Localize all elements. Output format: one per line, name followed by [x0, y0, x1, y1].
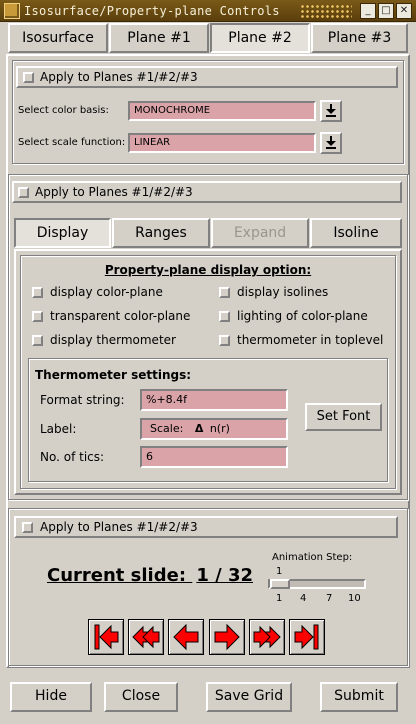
rewind-button[interactable]	[128, 619, 164, 655]
step-tick-10: 10	[348, 593, 361, 604]
fast-forward-icon	[253, 625, 281, 649]
current-slide-readout: Current slide: 1 / 32	[47, 565, 253, 586]
animation-step-label: Animation Step:	[272, 552, 353, 563]
format-string-field[interactable]: %+8.4f	[140, 389, 288, 411]
app-icon	[4, 3, 20, 19]
first-slide-icon	[94, 624, 119, 650]
close-button[interactable]: Close	[104, 682, 178, 712]
window-title: Isosurface/Property-plane Controls	[24, 4, 280, 18]
animation-step-value: 1	[276, 566, 283, 577]
thermo-label-field[interactable]: Scale: Δ n(r)	[140, 418, 288, 440]
display-color-plane-label: display color-plane	[50, 285, 163, 299]
lighting-color-plane-checkbox[interactable]	[219, 311, 230, 322]
current-slide-value: 1 / 32	[196, 565, 253, 586]
transparent-color-plane-label: transparent color-plane	[50, 309, 191, 323]
submit-button[interactable]: Submit	[320, 682, 398, 712]
tab-plane-3[interactable]: Plane #3	[311, 23, 408, 53]
apply-display-checkbox[interactable]	[18, 187, 29, 198]
animation-step-slider-handle[interactable]	[270, 579, 290, 589]
arrow-down-to-bar-icon	[326, 136, 336, 149]
thermometer-toplevel-label: thermometer in toplevel	[237, 333, 384, 347]
arrow-down-to-bar-icon	[326, 104, 336, 117]
minimize-button[interactable]: _	[360, 3, 376, 19]
thermo-label-prefix: Scale:	[150, 422, 184, 435]
tab-expand[interactable]: Expand	[211, 218, 309, 248]
first-slide-button[interactable]	[88, 619, 124, 655]
tab-isoline[interactable]: Isoline	[310, 218, 402, 248]
tab-ranges[interactable]: Ranges	[112, 218, 210, 248]
apply-display-label: Apply to Planes #1/#2/#3	[35, 185, 193, 199]
color-basis-field[interactable]: MONOCHROME	[128, 101, 316, 121]
current-slide-label: Current slide:	[47, 565, 187, 586]
transparent-color-plane-checkbox[interactable]	[32, 311, 43, 322]
previous-slide-icon	[173, 623, 199, 651]
display-thermometer-label: display thermometer	[50, 333, 176, 347]
next-slide-button[interactable]	[209, 619, 245, 655]
top-tab-bar: Isosurface Plane #1 Plane #2 Plane #3	[8, 23, 408, 53]
apply-animation-checkbox[interactable]	[22, 522, 33, 533]
display-thermometer-checkbox[interactable]	[32, 335, 43, 346]
display-isolines-checkbox[interactable]	[219, 287, 230, 298]
color-basis-label: Select color basis:	[18, 105, 109, 116]
apply-animation-label: Apply to Planes #1/#2/#3	[40, 520, 198, 534]
maximize-button[interactable]: □	[378, 3, 394, 19]
display-isolines-label: display isolines	[237, 285, 329, 299]
step-tick-4: 4	[300, 593, 307, 604]
last-slide-icon	[294, 624, 319, 650]
thermo-label-suffix: n(r)	[209, 422, 230, 435]
fast-forward-button[interactable]	[249, 619, 285, 655]
tab-isosurface[interactable]: Isosurface	[8, 23, 108, 53]
tics-field[interactable]: 6	[140, 446, 288, 468]
next-slide-icon	[214, 623, 240, 651]
delta-symbol: Δ	[194, 422, 204, 435]
step-tick-7: 7	[326, 593, 333, 604]
close-window-button[interactable]: ✕	[396, 3, 412, 19]
lighting-color-plane-label: lighting of color-plane	[237, 309, 368, 323]
tics-label: No. of tics:	[40, 450, 105, 464]
save-grid-button[interactable]: Save Grid	[206, 682, 292, 712]
thermometer-settings-heading: Thermometer settings:	[35, 368, 192, 382]
scale-function-dropdown-button[interactable]	[320, 132, 342, 154]
rewind-icon	[132, 625, 160, 649]
color-basis-dropdown-button[interactable]	[320, 100, 342, 122]
format-string-label: Format string:	[40, 393, 125, 407]
last-slide-button[interactable]	[289, 619, 325, 655]
hide-button[interactable]: Hide	[10, 682, 92, 712]
title-grip-pattern	[300, 4, 352, 18]
animation-step-slider[interactable]	[268, 579, 366, 589]
scale-function-field[interactable]: LINEAR	[128, 133, 316, 153]
tab-plane-1[interactable]: Plane #1	[109, 23, 209, 53]
apply-color-checkbox[interactable]	[23, 72, 34, 83]
previous-slide-button[interactable]	[168, 619, 204, 655]
tab-plane-2[interactable]: Plane #2	[210, 23, 310, 53]
thermometer-toplevel-checkbox[interactable]	[219, 335, 230, 346]
scale-function-label: Select scale function:	[18, 137, 126, 148]
display-color-plane-checkbox[interactable]	[32, 287, 43, 298]
apply-color-label: Apply to Planes #1/#2/#3	[40, 70, 198, 84]
tab-display[interactable]: Display	[14, 218, 111, 248]
title-bar[interactable]: Isosurface/Property-plane Controls _ □ ✕	[0, 0, 416, 22]
display-option-heading: Property-plane display option:	[104, 263, 312, 277]
set-font-button[interactable]: Set Font	[305, 403, 382, 431]
step-tick-1: 1	[276, 593, 283, 604]
thermo-label-label: Label:	[40, 422, 77, 436]
